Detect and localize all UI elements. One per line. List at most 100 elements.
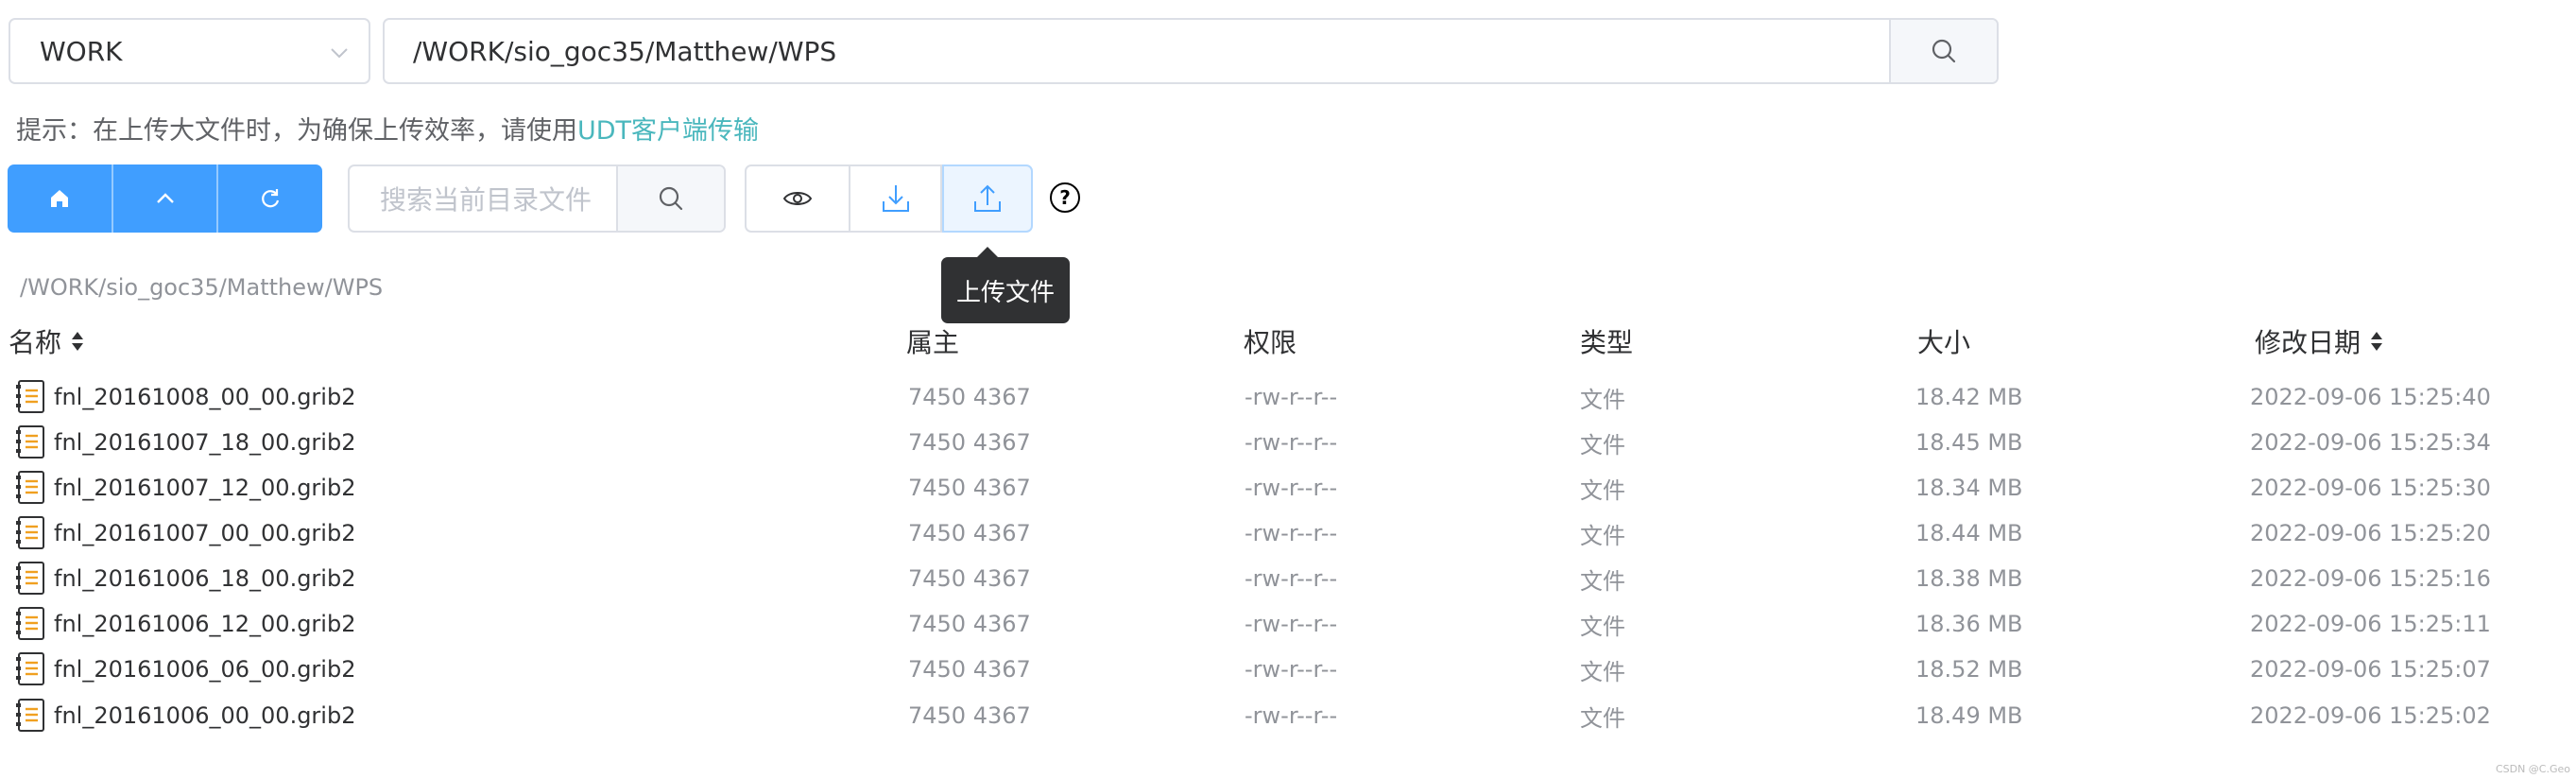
home-button[interactable] (8, 164, 112, 233)
file-name: fnl_20161007_12_00.grib2 (54, 475, 356, 501)
column-header-type-label: 类型 (1580, 327, 1634, 358)
column-header-type: 类型 (1580, 322, 1633, 360)
file-date-cell: 2022-09-06 15:25:16 (2250, 565, 2491, 592)
file-size-cell: 18.45 MB (1915, 429, 2023, 456)
file-type-cell: 文件 (1580, 431, 1625, 459)
file-name-cell[interactable]: fnl_20161006_18_00.grib2 (16, 556, 355, 601)
file-name: fnl_20161007_18_00.grib2 (54, 429, 356, 456)
file-owner-cell: 7450 4367 (908, 611, 1031, 637)
file-name-cell[interactable]: fnl_20161007_18_00.grib2 (16, 420, 355, 465)
file-date-cell: 2022-09-06 15:25:20 (2250, 520, 2491, 546)
sort-icon (72, 332, 84, 351)
file-icon (16, 471, 44, 504)
column-header-name-label: 名称 (9, 327, 62, 358)
file-name-cell[interactable]: fnl_20161007_12_00.grib2 (16, 465, 355, 511)
file-icon (16, 562, 44, 595)
refresh-button[interactable] (216, 164, 322, 233)
help-button[interactable]: ? (1047, 180, 1083, 216)
file-name: fnl_20161008_00_00.grib2 (54, 384, 356, 410)
preview-button[interactable] (745, 164, 850, 233)
download-button[interactable] (850, 164, 942, 233)
table-row[interactable]: fnl_20161007_00_00.grib2 7450 4367 -rw-r--… (0, 511, 2576, 556)
file-size-cell: 18.34 MB (1915, 475, 2023, 501)
chevron-up-icon (156, 193, 174, 203)
tip-text: 提示：在上传大文件时，为确保上传效率，请使用 (16, 116, 577, 146)
file-name: fnl_20161006_18_00.grib2 (54, 565, 356, 592)
file-perm-cell: -rw-r--r-- (1245, 565, 1338, 592)
directory-search-input[interactable]: 搜索当前目录文件 (350, 166, 616, 231)
chevron-down-icon (331, 48, 348, 59)
column-header-owner: 属主 (906, 322, 959, 360)
upload-button[interactable] (942, 164, 1033, 233)
file-name: fnl_20161007_00_00.grib2 (54, 520, 356, 546)
file-owner-cell: 7450 4367 (908, 475, 1031, 501)
table-row[interactable]: fnl_20161006_18_00.grib2 7450 4367 -rw-r--… (0, 556, 2576, 601)
tooltip-arrow (977, 247, 998, 257)
column-header-name[interactable]: 名称 (9, 322, 84, 360)
file-type-cell: 文件 (1580, 476, 1625, 504)
question-circle-icon: ? (1050, 182, 1080, 213)
file-perm-cell: -rw-r--r-- (1245, 384, 1338, 410)
file-date-cell: 2022-09-06 15:25:34 (2250, 429, 2491, 456)
table-row[interactable]: fnl_20161006_00_00.grib2 7450 4367 -rw-r--… (0, 693, 2576, 738)
file-name-cell[interactable]: fnl_20161008_00_00.grib2 (16, 374, 355, 420)
file-type-cell: 文件 (1580, 567, 1625, 595)
file-type-cell: 文件 (1580, 658, 1625, 685)
file-name-cell[interactable]: fnl_20161007_00_00.grib2 (16, 511, 355, 556)
table-row[interactable]: fnl_20161007_12_00.grib2 7450 4367 -rw-r--… (0, 465, 2576, 511)
file-date-cell: 2022-09-06 15:25:30 (2250, 475, 2491, 501)
file-name-cell[interactable]: fnl_20161006_00_00.grib2 (16, 693, 355, 738)
file-owner-cell: 7450 4367 (908, 520, 1031, 546)
file-name: fnl_20161006_12_00.grib2 (54, 611, 356, 637)
file-perm-cell: -rw-r--r-- (1245, 429, 1338, 456)
file-date-cell: 2022-09-06 15:25:02 (2250, 702, 2491, 729)
directory-search: 搜索当前目录文件 (348, 164, 726, 233)
file-date-cell: 2022-09-06 15:25:07 (2250, 656, 2491, 683)
table-row[interactable]: fnl_20161007_18_00.grib2 7450 4367 -rw-r--… (0, 420, 2576, 465)
path-input[interactable]: /WORK/sio_goc35/Matthew/WPS (385, 20, 1889, 82)
file-perm-cell: -rw-r--r-- (1245, 702, 1338, 729)
parent-directory-button[interactable] (111, 164, 217, 233)
file-name-cell[interactable]: fnl_20161006_06_00.grib2 (16, 647, 355, 692)
file-perm-cell: -rw-r--r-- (1245, 611, 1338, 637)
file-icon (16, 699, 44, 732)
column-header-date[interactable]: 修改日期 (2255, 322, 2383, 360)
refresh-icon (262, 189, 280, 208)
table-row[interactable]: fnl_20161006_12_00.grib2 7450 4367 -rw-r--… (0, 601, 2576, 647)
file-type-cell: 文件 (1580, 522, 1625, 549)
search-icon (659, 186, 683, 211)
file-perm-cell: -rw-r--r-- (1245, 520, 1338, 546)
file-name-cell[interactable]: fnl_20161006_12_00.grib2 (16, 601, 355, 647)
upload-tooltip: 上传文件 (941, 257, 1070, 323)
search-icon (1932, 39, 1956, 63)
file-size-cell: 18.49 MB (1915, 702, 2023, 729)
file-owner-cell: 7450 4367 (908, 384, 1031, 410)
file-perm-cell: -rw-r--r-- (1245, 475, 1338, 501)
upload-tip: 提示：在上传大文件时，为确保上传效率，请使用UDT客户端传输 (16, 110, 759, 147)
udt-client-link[interactable]: UDT客户端传输 (577, 116, 759, 146)
column-header-owner-label: 属主 (906, 327, 960, 358)
column-header-size-label: 大小 (1917, 327, 1971, 358)
file-name: fnl_20161006_00_00.grib2 (54, 702, 356, 729)
eye-icon (782, 192, 813, 205)
drive-select[interactable]: WORK (9, 18, 370, 84)
file-owner-cell: 7450 4367 (908, 565, 1031, 592)
file-owner-cell: 7450 4367 (908, 656, 1031, 683)
path-bar: /WORK/sio_goc35/Matthew/WPS (383, 18, 1999, 84)
column-header-size: 大小 (1917, 322, 1970, 360)
file-size-cell: 18.38 MB (1915, 565, 2023, 592)
home-icon (50, 190, 68, 207)
path-search-button[interactable] (1889, 20, 1997, 82)
directory-search-button[interactable] (616, 166, 724, 231)
file-size-cell: 18.44 MB (1915, 520, 2023, 546)
drive-select-value: WORK (40, 35, 123, 67)
watermark: CSDN @C.Geo (2495, 763, 2570, 775)
file-owner-cell: 7450 4367 (908, 702, 1031, 729)
file-icon (16, 380, 44, 413)
column-header-date-label: 修改日期 (2255, 327, 2361, 358)
column-header-permission: 权限 (1244, 322, 1297, 360)
file-type-cell: 文件 (1580, 386, 1625, 413)
file-type-cell: 文件 (1580, 704, 1625, 732)
table-row[interactable]: fnl_20161008_00_00.grib2 7450 4367 -rw-r--… (0, 374, 2576, 420)
table-row[interactable]: fnl_20161006_06_00.grib2 7450 4367 -rw-r--… (0, 647, 2576, 692)
